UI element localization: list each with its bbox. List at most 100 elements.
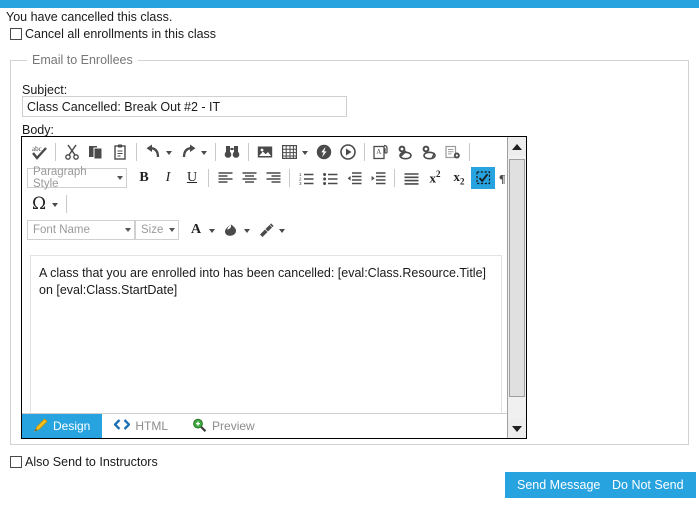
- align-right-button[interactable]: [261, 167, 285, 189]
- find-replace-button[interactable]: [220, 141, 244, 163]
- cancel-all-enrollments-checkbox[interactable]: [10, 28, 22, 40]
- insert-flash-button[interactable]: [312, 141, 336, 163]
- align-center-button[interactable]: [237, 167, 261, 189]
- editor-mode-tabs: Design HTML Preview: [22, 413, 509, 438]
- insert-media-button[interactable]: [336, 141, 360, 163]
- justify-button[interactable]: [399, 167, 423, 189]
- scroll-down-button[interactable]: [508, 419, 526, 438]
- toolbar-separator: [364, 143, 365, 161]
- chevron-down-icon: [117, 176, 123, 180]
- status-message: You have cancelled this class.: [6, 10, 172, 24]
- copy-button[interactable]: [84, 141, 108, 163]
- also-send-to-instructors-row[interactable]: Also Send to Instructors: [10, 455, 158, 469]
- chevron-down-icon: [512, 426, 522, 432]
- scroll-up-button[interactable]: [508, 137, 526, 156]
- body-editable-area[interactable]: A class that you are enrolled into has b…: [30, 255, 502, 417]
- body-label: Body:: [22, 123, 54, 137]
- italic-button[interactable]: I: [156, 167, 180, 189]
- svg-text:3: 3: [299, 180, 302, 184]
- cancel-all-enrollments-label: Cancel all enrollments in this class: [25, 27, 216, 41]
- toolbar-separator: [469, 143, 470, 161]
- insert-table-button[interactable]: [277, 141, 301, 163]
- tab-html-label: HTML: [135, 419, 168, 433]
- cut-button[interactable]: [60, 141, 84, 163]
- subscript-button[interactable]: x2: [447, 167, 471, 189]
- insert-image-button[interactable]: [253, 141, 277, 163]
- font-size-select[interactable]: Size: [135, 220, 179, 240]
- chevron-down-icon: [169, 228, 175, 232]
- outdent-button[interactable]: [342, 167, 366, 189]
- spell-check-button[interactable]: abc: [27, 141, 51, 163]
- also-send-to-instructors-label: Also Send to Instructors: [25, 455, 158, 469]
- highlight-color-button[interactable]: [219, 219, 243, 241]
- subject-label: Subject:: [22, 83, 67, 97]
- magnifier-plus-icon: [192, 418, 207, 435]
- subject-input[interactable]: [22, 96, 347, 117]
- editor-inner: abc: [22, 137, 509, 438]
- table-dropdown-caret[interactable]: [302, 151, 308, 155]
- paste-button[interactable]: [108, 141, 132, 163]
- tab-html[interactable]: HTML: [102, 414, 180, 438]
- insert-document-button[interactable]: A: [369, 141, 393, 163]
- tab-preview[interactable]: Preview: [180, 414, 267, 438]
- svg-text:abc: abc: [32, 145, 42, 153]
- tab-preview-label: Preview: [212, 419, 255, 433]
- highlight-color-caret[interactable]: [244, 229, 250, 233]
- form-properties-button[interactable]: [441, 141, 465, 163]
- code-icon: [114, 418, 130, 434]
- insert-link-button[interactable]: [393, 141, 417, 163]
- special-character-caret[interactable]: [52, 203, 58, 207]
- font-name-select[interactable]: Font Name: [27, 220, 135, 240]
- remove-link-button[interactable]: [417, 141, 441, 163]
- paragraph-style-value: Paragraph Style: [33, 166, 111, 190]
- show-borders-button[interactable]: [471, 167, 495, 189]
- indent-button[interactable]: [366, 167, 390, 189]
- redo-button[interactable]: [176, 141, 200, 163]
- redo-dropdown-caret[interactable]: [201, 151, 207, 155]
- toolbar-row-1: abc: [22, 139, 509, 165]
- rich-text-editor: abc: [21, 136, 527, 439]
- fieldset-legend: Email to Enrollees: [27, 53, 138, 67]
- chevron-down-icon: [125, 228, 131, 232]
- tab-design[interactable]: Design: [22, 414, 102, 438]
- font-name-value: Font Name: [33, 224, 90, 236]
- font-color-button[interactable]: A: [184, 219, 208, 241]
- toolbar-separator: [215, 143, 216, 161]
- chevron-up-icon: [512, 144, 522, 150]
- format-painter-caret[interactable]: [279, 229, 285, 233]
- superscript-button[interactable]: x2: [423, 167, 447, 189]
- top-accent-bar: [0, 0, 699, 8]
- do-not-send-button[interactable]: Do Not Send: [600, 472, 696, 498]
- also-send-to-instructors-checkbox[interactable]: [10, 456, 22, 468]
- format-painter-button[interactable]: [254, 219, 278, 241]
- svg-text:¶: ¶: [499, 172, 505, 186]
- toolbar-separator: [208, 169, 209, 187]
- toolbar-separator: [55, 143, 56, 161]
- scrollbar-thumb[interactable]: [509, 159, 525, 397]
- toolbar-separator: [248, 143, 249, 161]
- align-left-button[interactable]: [213, 167, 237, 189]
- toolbar-separator: [289, 169, 290, 187]
- special-character-button[interactable]: Ω: [27, 193, 51, 215]
- toolbar-separator: [136, 143, 137, 161]
- font-color-caret[interactable]: [209, 229, 215, 233]
- numbered-list-button[interactable]: 123: [294, 167, 318, 189]
- cancel-all-enrollments-row[interactable]: Cancel all enrollments in this class: [10, 27, 216, 41]
- bold-button[interactable]: B: [132, 167, 156, 189]
- toolbar-row-4: Font Name Size A: [22, 217, 509, 243]
- toolbar-row-3: Ω: [22, 191, 509, 217]
- bulleted-list-button[interactable]: [318, 167, 342, 189]
- font-size-value: Size: [141, 224, 163, 236]
- undo-dropdown-caret[interactable]: [166, 151, 172, 155]
- svg-text:A: A: [376, 148, 381, 156]
- underline-button[interactable]: U: [180, 167, 204, 189]
- pencil-icon: [34, 418, 48, 435]
- toolbar-separator: [66, 195, 67, 213]
- paragraph-style-select[interactable]: Paragraph Style: [27, 168, 127, 188]
- editor-vertical-scrollbar[interactable]: [507, 137, 526, 438]
- tab-design-label: Design: [53, 419, 90, 433]
- toolbar-separator: [394, 169, 395, 187]
- send-message-button[interactable]: Send Message: [505, 472, 612, 498]
- editor-toolbar: abc: [22, 137, 509, 243]
- undo-button[interactable]: [141, 141, 165, 163]
